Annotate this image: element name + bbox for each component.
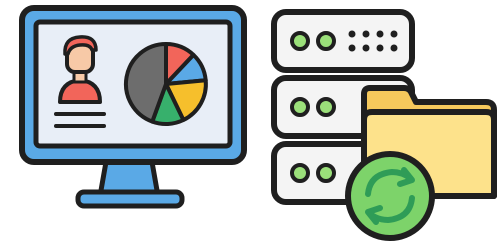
server-led	[316, 31, 336, 51]
monitor-dashboard-icon	[19, 5, 247, 209]
sync-arrows-icon	[345, 151, 435, 241]
monitor-base	[75, 189, 185, 209]
server-led	[290, 97, 310, 117]
sync-badge	[345, 151, 435, 241]
server-led	[290, 163, 310, 183]
pie-chart-icon	[123, 41, 208, 127]
illustration-canvas	[0, 0, 498, 244]
server-led	[290, 31, 310, 51]
server-led	[316, 163, 336, 183]
server-led	[316, 97, 336, 117]
illustration-svg	[19, 5, 497, 241]
